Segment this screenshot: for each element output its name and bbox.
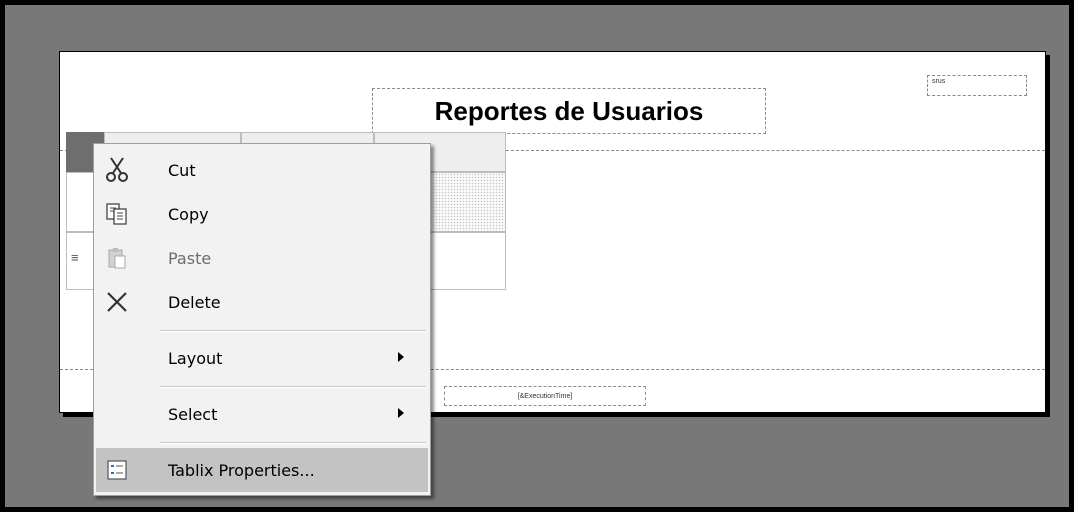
properties-icon: [102, 455, 132, 485]
top-right-textbox[interactable]: srus: [927, 75, 1027, 96]
execution-time-textbox[interactable]: [&ExecutionTime]: [444, 386, 646, 406]
submenu-arrow-icon: [398, 352, 404, 362]
menu-item-label: Delete: [168, 292, 221, 312]
menu-separator: [160, 442, 426, 444]
submenu-arrow-icon: [398, 408, 404, 418]
menu-item-layout[interactable]: Layout: [96, 336, 428, 380]
menu-item-label: Copy: [168, 204, 209, 224]
delete-x-icon: [102, 287, 132, 317]
menu-item-label: Select: [168, 404, 218, 424]
menu-item-label: Layout: [168, 348, 223, 368]
report-title: Reportes de Usuarios: [434, 95, 704, 126]
menu-item-cut[interactable]: Cut: [96, 148, 428, 192]
copy-icon: [102, 199, 132, 229]
menu-separator: [160, 386, 426, 388]
report-title-textbox[interactable]: Reportes de Usuarios: [372, 88, 766, 134]
menu-item-select[interactable]: Select: [96, 392, 428, 436]
menu-item-copy[interactable]: Copy: [96, 192, 428, 236]
menu-separator: [160, 330, 426, 332]
menu-item-paste[interactable]: Paste: [96, 236, 428, 280]
details-group-icon: ≡: [71, 250, 79, 265]
menu-item-tablix-properties[interactable]: Tablix Properties...: [96, 448, 428, 492]
menu-item-label: Paste: [168, 248, 212, 268]
scissors-icon: [102, 155, 132, 185]
menu-item-delete[interactable]: Delete: [96, 280, 428, 324]
paste-icon: [102, 243, 132, 273]
menu-item-label: Cut: [168, 160, 196, 180]
context-menu: Cut Copy Paste Delete Layout Select Tabl…: [93, 143, 431, 496]
menu-item-label: Tablix Properties...: [168, 460, 315, 480]
